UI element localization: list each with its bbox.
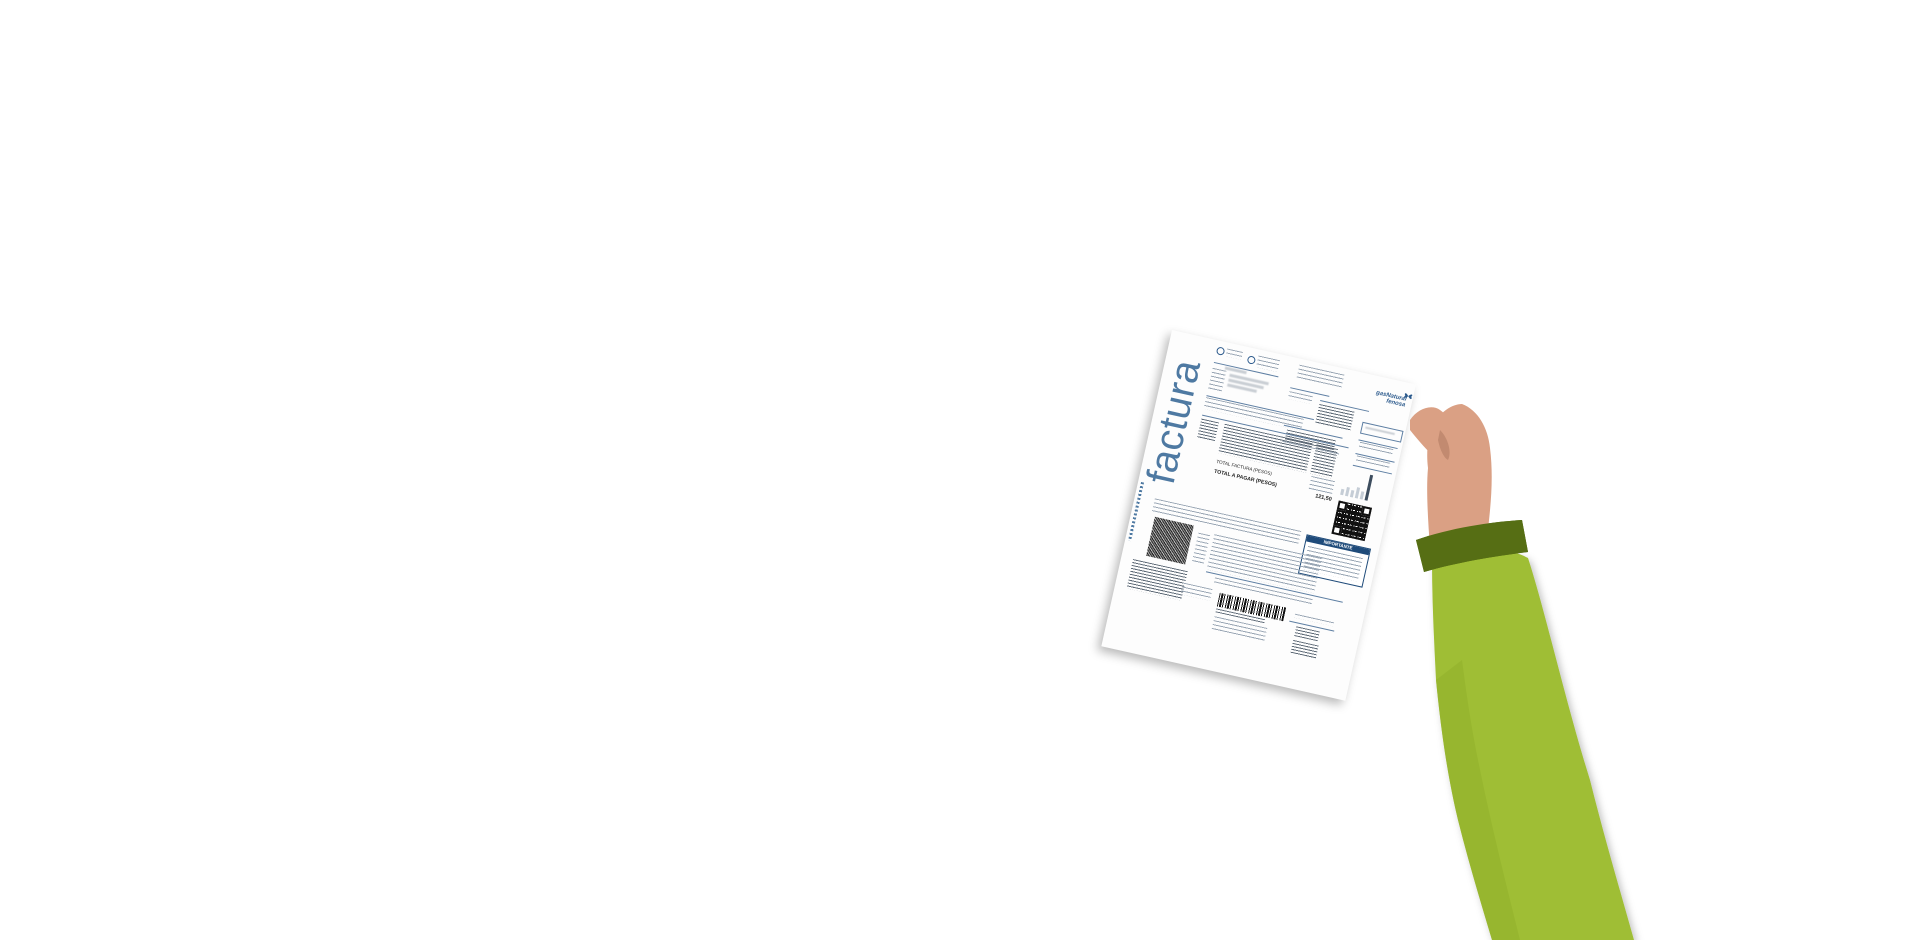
company-address-text — [1296, 364, 1345, 389]
concept-amounts — [1310, 444, 1339, 479]
qr-code — [1331, 500, 1373, 542]
scene: factura gasNatural fenosa TOTAL FACTURA … — [0, 0, 1920, 940]
certification-logo-2 — [1246, 353, 1280, 372]
arm-illustration — [1416, 520, 1634, 940]
consumption-chart — [1340, 467, 1374, 501]
butterfly-icon — [1404, 393, 1413, 400]
certification-logo-1 — [1215, 346, 1243, 360]
payment-qr-code — [1146, 516, 1194, 565]
supply-details — [1315, 403, 1355, 432]
company-legal-info — [1126, 559, 1188, 601]
client-labels — [1207, 367, 1227, 393]
seal-icon — [1215, 346, 1226, 356]
total-amount: 121,50 — [1314, 493, 1333, 503]
seal-icon — [1246, 355, 1257, 365]
